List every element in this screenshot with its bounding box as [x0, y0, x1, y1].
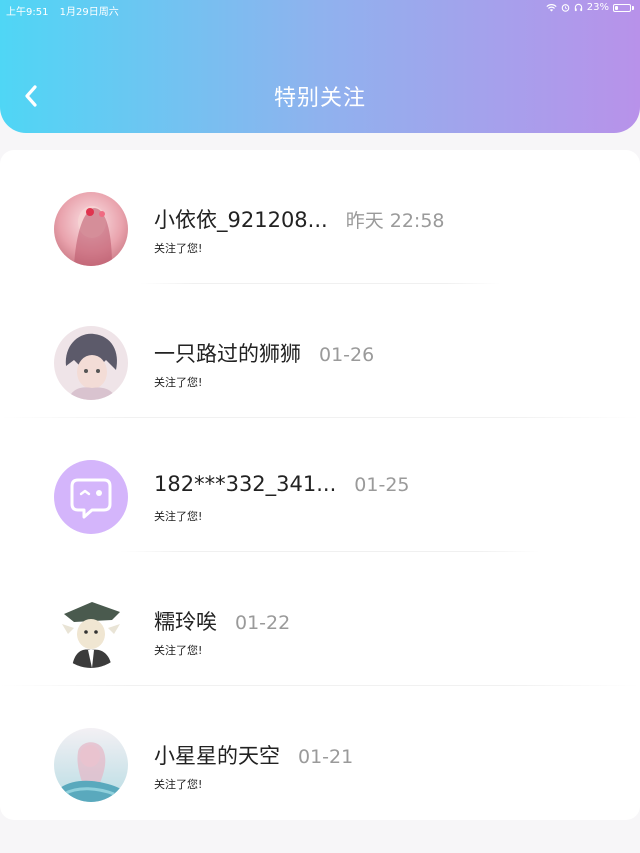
list-item[interactable]: 糯玲唉 01-22 关注了您!: [0, 552, 640, 686]
action-text: 关注了您!: [154, 510, 203, 523]
list-item[interactable]: 小依依_921208... 昨天 22:58 关注了您!: [0, 150, 640, 284]
avatar-image-anime-boy: [54, 326, 128, 400]
timestamp: 昨天 22:58: [345, 210, 445, 232]
action-text: 关注了您!: [154, 778, 203, 791]
page-title: 特别关注: [273, 86, 366, 111]
status-time: 上午9:51: [6, 7, 49, 18]
battery-percent: 23%: [586, 2, 609, 13]
user-name[interactable]: 一只路过的狮狮: [154, 338, 301, 368]
status-date: 1月29日周六: [59, 7, 119, 18]
chat-bubble-face-icon: [70, 478, 112, 519]
alarm-icon: [561, 4, 570, 12]
avatar[interactable]: [54, 594, 128, 668]
avatar-image-anime-pirate: [54, 594, 128, 668]
avatar[interactable]: [54, 192, 128, 266]
user-name[interactable]: 糯玲唉: [154, 606, 217, 636]
avatar[interactable]: [54, 460, 128, 534]
header: 上午9:51 1月29日周六 23% 特别关注: [0, 0, 640, 133]
action-text: 关注了您!: [154, 644, 203, 657]
timestamp: 01-22: [235, 612, 291, 634]
timestamp: 01-25: [354, 474, 410, 496]
list-item[interactable]: 小星星的天空 01-21 关注了您!: [0, 686, 640, 820]
wifi-icon: [546, 4, 557, 12]
follower-list: 小依依_921208... 昨天 22:58 关注了您! 一只路过的狮狮 01-…: [0, 150, 640, 820]
avatar[interactable]: [54, 326, 128, 400]
special-follow-page: 上午9:51 1月29日周六 23% 特别关注 小依依_921208... 昨天…: [0, 0, 640, 853]
list-item[interactable]: 一只路过的狮狮 01-26 关注了您!: [0, 284, 640, 418]
user-name[interactable]: 182***332_341...: [154, 472, 336, 496]
battery-icon: [613, 3, 631, 12]
action-text: 关注了您!: [154, 242, 203, 255]
status-bar: 上午9:51 1月29日周六 23%: [0, 0, 640, 18]
timestamp: 01-26: [319, 344, 375, 366]
headphones-icon: [574, 3, 582, 12]
battery-fill: [615, 5, 618, 10]
timestamp: 01-21: [298, 746, 354, 768]
list-item[interactable]: 182***332_341... 01-25 关注了您!: [0, 418, 640, 552]
avatar-image-girl-pink: [54, 192, 128, 266]
user-name[interactable]: 小依依_921208...: [154, 204, 328, 234]
avatar-image-mermaid: [54, 728, 128, 802]
action-text: 关注了您!: [154, 376, 203, 389]
avatar[interactable]: [54, 728, 128, 802]
user-name[interactable]: 小星星的天空: [154, 740, 280, 770]
